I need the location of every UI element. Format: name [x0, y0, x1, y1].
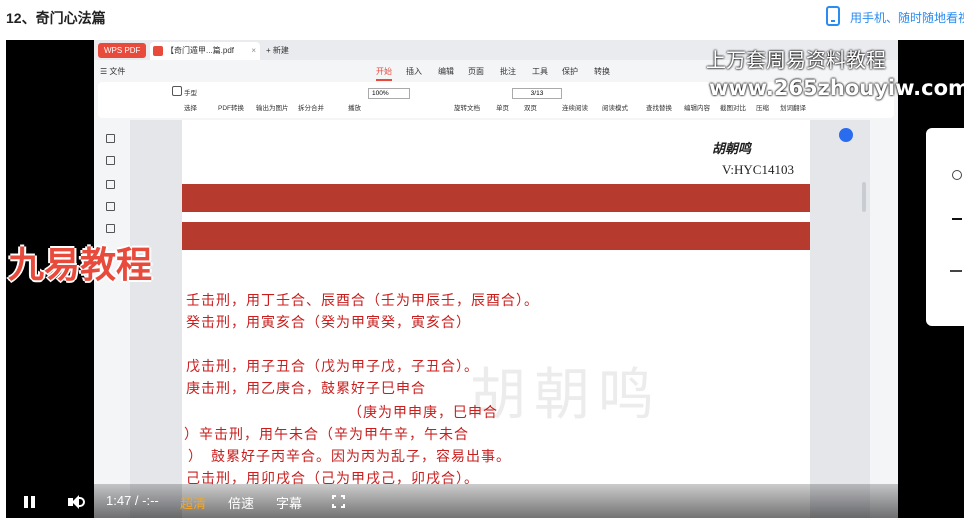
hand-tool[interactable]: 手型 [184, 87, 197, 97]
brand-overlay-text: 上万套周易资料教程 [706, 48, 886, 72]
zoom-select[interactable]: 100% [368, 88, 410, 99]
speed-button[interactable]: 倍速 [228, 493, 254, 512]
comment-icon[interactable] [106, 180, 115, 189]
continuous-read-button[interactable]: 连续阅读 [562, 102, 588, 112]
read-mode-button[interactable]: 阅读模式 [602, 102, 628, 112]
close-icon[interactable]: × [251, 42, 256, 60]
pen-icon[interactable] [106, 224, 115, 233]
decorative-band [182, 184, 810, 212]
panel-icon[interactable] [952, 170, 962, 180]
top-bar: 12、奇门心法篇 用手机、随时随地看视 [0, 0, 964, 34]
menu-insert[interactable]: 插入 [406, 66, 422, 77]
compress-button[interactable]: 压缩 [756, 102, 769, 112]
wps-pdf-window: WPS PDF 【奇门遁甲...篇.pdf × + 新建 ☰ 文件 开始 插入 … [94, 40, 898, 518]
decorative-band [182, 222, 810, 250]
quality-button[interactable]: 超清 [180, 493, 206, 512]
page-watermark: 胡朝鸣 [470, 363, 662, 428]
export-image-button[interactable]: 输出为图片 [256, 102, 289, 112]
thumbnail-icon[interactable] [106, 156, 115, 165]
assistant-icon[interactable] [839, 128, 853, 142]
left-brand-overlay: 九易教程 [8, 245, 153, 286]
split-merge-button[interactable]: 拆分合并 [298, 102, 324, 112]
menu-tools[interactable]: 工具 [532, 66, 548, 77]
rotate-button[interactable]: 旋转文档 [454, 102, 480, 112]
pause-icon[interactable] [24, 496, 36, 508]
menu-file[interactable]: ☰ 文件 [100, 66, 125, 77]
text-line: 庚击刑，用乙庚合，鼓累好子巳申合 [186, 381, 426, 397]
mobile-watch-link[interactable]: 用手机、随时随地看视 [850, 9, 964, 26]
vertical-scrollbar[interactable] [862, 182, 866, 212]
tag-icon[interactable] [106, 202, 115, 211]
brand-overlay-url: www.265zhouyiw.com [709, 76, 964, 100]
bookmark-icon[interactable] [106, 134, 115, 143]
left-sidebar [94, 120, 130, 518]
play-button[interactable]: 播放 [348, 102, 361, 112]
player-controls: 1:47 / -:-- 超清 倍速 字幕 [6, 484, 964, 518]
text-line: 癸击刑，用寅亥合（癸为甲寅癸，寅亥合） [186, 315, 471, 331]
text-line: 戊击刑，用子丑合（戊为甲子戊，子丑合）。 [186, 359, 479, 375]
side-panel [926, 128, 964, 326]
panel-icon[interactable] [952, 218, 962, 220]
pdf-convert-button[interactable]: PDF转换 [218, 102, 244, 112]
tab-document-label: 【奇门遁甲...篇.pdf [166, 46, 235, 55]
translate-button[interactable]: 划词翻译 [780, 102, 806, 112]
page-title: 12、奇门心法篇 [6, 10, 106, 26]
menu-comment[interactable]: 批注 [500, 66, 516, 77]
menu-protect[interactable]: 保护 [562, 66, 578, 77]
video-player[interactable]: WPS PDF 【奇门遁甲...篇.pdf × + 新建 ☰ 文件 开始 插入 … [6, 40, 964, 518]
menu-page[interactable]: 页面 [468, 66, 484, 77]
fullscreen-icon[interactable] [332, 495, 345, 508]
text-line: 壬击刑，用丁壬合、辰酉合（壬为甲辰壬，辰酉合）。 [186, 293, 539, 309]
edit-content-button[interactable]: 编辑内容 [684, 102, 710, 112]
find-replace-button[interactable]: 查找替换 [646, 102, 672, 112]
text-line: ） 鼓累好子丙辛合。因为丙为乱子，容易出事。 [188, 449, 511, 465]
select-tool[interactable]: 选择 [184, 102, 197, 112]
screenshot-compare-button[interactable]: 截图对比 [720, 102, 746, 112]
hand-icon[interactable] [172, 86, 182, 96]
single-page-button[interactable]: 单页 [496, 102, 509, 112]
document-area: 胡朝鸣 V:HYC14103 胡朝鸣 壬击刑，用丁壬合、辰酉合（壬为甲辰壬，辰酉… [130, 120, 870, 518]
menu-convert[interactable]: 转换 [594, 66, 610, 77]
time-display: 1:47 / -:-- [106, 493, 159, 508]
right-panel [870, 120, 898, 518]
volume-icon[interactable] [68, 494, 85, 510]
pdf-icon [153, 46, 163, 56]
tab-document[interactable]: 【奇门遁甲...篇.pdf × [150, 42, 260, 60]
author-signature: 胡朝鸣 [712, 142, 752, 157]
contact-id: V:HYC14103 [722, 162, 794, 177]
tab-wps-pdf[interactable]: WPS PDF [98, 43, 147, 58]
menu-edit[interactable]: 编辑 [438, 66, 454, 77]
text-line: ）辛击刑，用午未合（辛为甲午辛，午未合 [184, 427, 469, 443]
double-page-button[interactable]: 双页 [524, 102, 537, 112]
text-line: （庚为甲申庚，巳申合 [348, 405, 498, 421]
new-tab-button[interactable]: + 新建 [266, 43, 289, 58]
panel-icon[interactable] [950, 270, 962, 280]
pdf-page: 胡朝鸣 V:HYC14103 胡朝鸣 壬击刑，用丁壬合、辰酉合（壬为甲辰壬，辰酉… [182, 120, 810, 518]
phone-icon[interactable] [826, 6, 840, 26]
page-number-input[interactable]: 3/13 [512, 88, 562, 99]
subtitle-button[interactable]: 字幕 [276, 493, 302, 512]
menu-start[interactable]: 开始 [376, 66, 392, 81]
